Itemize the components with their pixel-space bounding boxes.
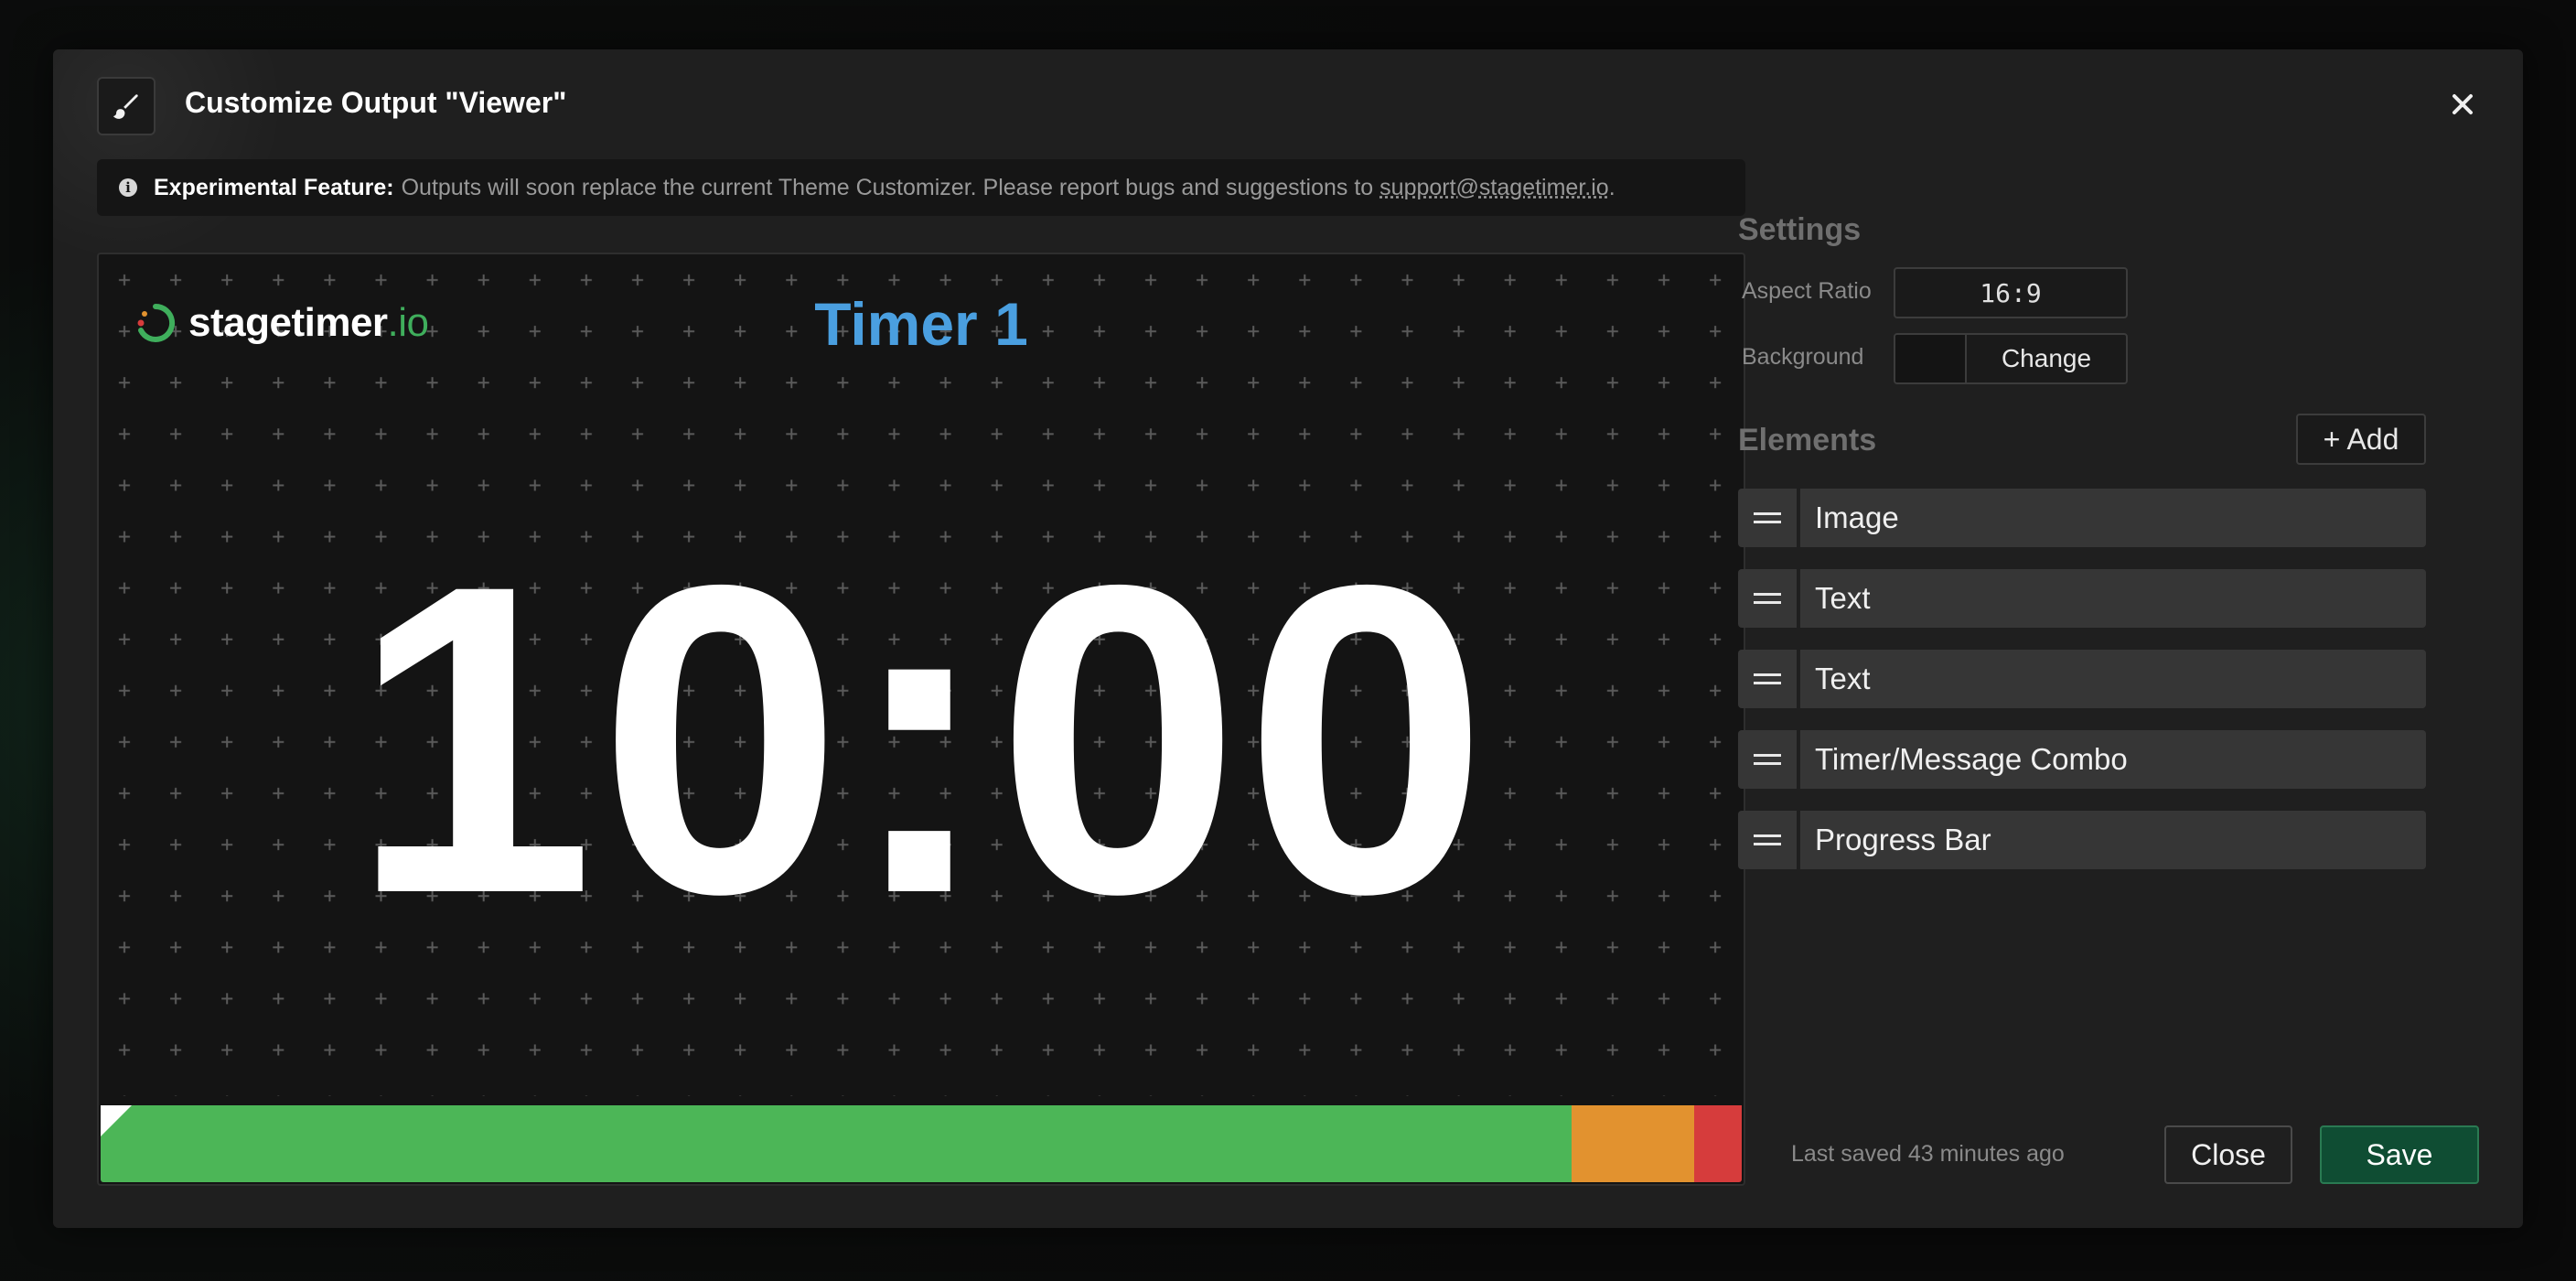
info-icon: i (119, 178, 137, 197)
progress-bar (101, 1105, 1742, 1182)
background-picker[interactable]: Change (1894, 333, 2128, 384)
element-label[interactable]: Text (1800, 650, 2426, 708)
element-row[interactable]: Timer/Message Combo (1738, 730, 2426, 789)
element-label[interactable]: Timer/Message Combo (1800, 730, 2426, 789)
background-swatch (1895, 335, 1967, 382)
support-email-link[interactable]: support@stagetimer.io (1379, 175, 1609, 201)
drag-handle-icon[interactable] (1738, 569, 1797, 628)
close-icon[interactable] (2442, 84, 2483, 124)
progress-segment-red (1693, 1105, 1742, 1182)
drag-handle-icon[interactable] (1738, 650, 1797, 708)
close-button[interactable]: Close (2164, 1125, 2292, 1184)
background-change-button[interactable]: Change (1967, 335, 2126, 382)
notice-trailing: . (1608, 174, 1615, 200)
drag-handle-icon[interactable] (1738, 730, 1797, 789)
element-row[interactable]: Text (1738, 650, 2426, 708)
customize-output-modal: Customize Output "Viewer" i Experimental… (53, 49, 2523, 1228)
add-element-button[interactable]: + Add (2296, 414, 2426, 465)
settings-sidebar: Settings Aspect Ratio 16:9 Background Ch… (1738, 110, 2426, 1135)
output-preview[interactable]: stagetimer.io Timer 1 10:00 (97, 253, 1745, 1186)
notice-label: Experimental Feature: (154, 174, 394, 200)
paintbrush-icon (97, 77, 156, 135)
modal-glow (53, 49, 291, 260)
modal-title: Customize Output "Viewer" (185, 86, 567, 119)
element-label[interactable]: Progress Bar (1800, 811, 2426, 869)
element-label[interactable]: Image (1800, 489, 2426, 547)
aspect-ratio-label: Aspect Ratio (1742, 278, 1872, 304)
progress-segment-orange (1572, 1105, 1694, 1182)
progress-resize-handle[interactable] (101, 1105, 132, 1136)
save-button[interactable]: Save (2320, 1125, 2479, 1184)
aspect-ratio-input[interactable]: 16:9 (1894, 267, 2128, 318)
last-saved-text: Last saved 43 minutes ago (1791, 1141, 2065, 1167)
element-row[interactable]: Progress Bar (1738, 811, 2426, 869)
progress-segment-green (101, 1105, 1572, 1182)
notice-text: Outputs will soon replace the current Th… (401, 174, 1374, 200)
element-label[interactable]: Text (1800, 569, 2426, 628)
background-label: Background (1742, 344, 1864, 370)
timer-name-text: Timer 1 (814, 290, 1028, 358)
elements-title: Elements (1738, 423, 1877, 458)
element-row[interactable]: Image (1738, 489, 2426, 547)
experimental-notice: i Experimental Feature: Outputs will soo… (97, 159, 1745, 216)
drag-handle-icon[interactable] (1738, 489, 1797, 547)
element-row[interactable]: Text (1738, 569, 2426, 628)
timer-display: 10:00 (350, 493, 1492, 985)
drag-handle-icon[interactable] (1738, 811, 1797, 869)
settings-title: Settings (1738, 212, 1862, 247)
